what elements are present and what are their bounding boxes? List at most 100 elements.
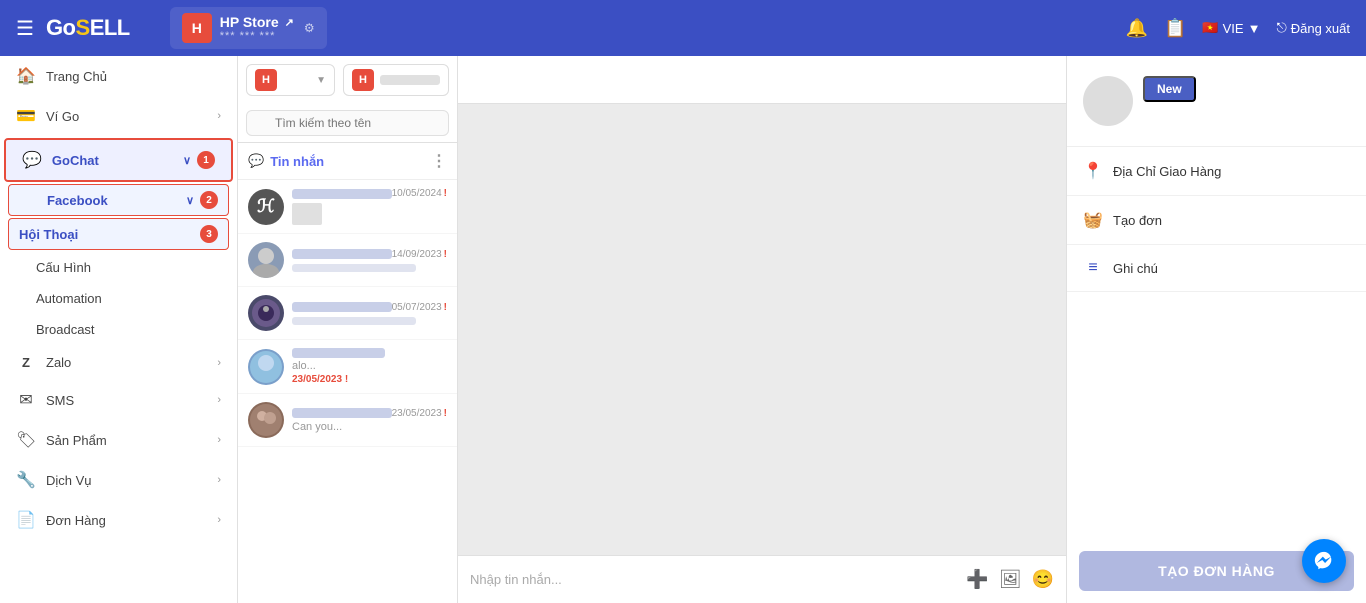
store-selector[interactable]: H HP Store ↗ *** *** *** ⚙	[170, 7, 327, 49]
sidebar-item-facebook[interactable]: Facebook ∨ 2	[8, 184, 229, 216]
avatar	[248, 402, 284, 438]
logout-label: Đăng xuất	[1291, 21, 1350, 36]
logo: GoSELL	[46, 15, 130, 41]
chat-item[interactable]: alo... 23/05/2023 !	[238, 340, 457, 394]
chat-info: 10/05/2024 !	[292, 188, 447, 225]
create-order-item[interactable]: 🧺 Tạo đơn	[1067, 196, 1366, 245]
facebook-badge: 2	[200, 191, 218, 209]
avatar	[248, 242, 284, 278]
chat-item[interactable]: ℋ 10/05/2024 !	[238, 180, 457, 234]
new-badge-button[interactable]: New	[1143, 76, 1196, 102]
logout-button[interactable]: ⎋ Đăng xuất	[1276, 20, 1350, 36]
attach-icon[interactable]: ➕	[966, 569, 988, 590]
zalo-icon: Z	[16, 355, 36, 370]
avatar	[248, 295, 284, 331]
chat-info: 05/07/2023 !	[292, 302, 447, 325]
chat-name-bar	[292, 408, 392, 418]
sidebar-item-san-pham[interactable]: 🏷 Sản Phẩm ›	[0, 420, 237, 460]
sidebar-item-gochat[interactable]: 💬 GoChat ∨ 1	[4, 138, 233, 182]
chat-list-header: 💬 Tin nhắn ⋮	[238, 143, 457, 180]
sidebar-label-don-hang: Đơn Hàng	[46, 513, 106, 528]
sidebar-label-sms: SMS	[46, 393, 74, 408]
channel-selector-icon: H	[352, 69, 374, 91]
sidebar-item-cau-hinh[interactable]: Cấu Hình	[0, 252, 237, 283]
store-dropdown[interactable]: H ▼	[246, 64, 335, 96]
search-box: 🔍	[238, 104, 457, 143]
chat-section-icon: 💬	[248, 153, 264, 169]
chat-time: 05/07/2023 !	[392, 302, 447, 313]
chat-item[interactable]: 14/09/2023 !	[238, 234, 457, 287]
gochat-arrow: ∨	[183, 154, 191, 167]
avatar: ℋ	[248, 189, 284, 225]
facebook-arrow: ∨	[186, 194, 194, 207]
order-icon: 📄	[16, 510, 36, 530]
chat-section-label: Tin nhắn	[270, 154, 324, 169]
top-navbar: ☰ GoSELL H HP Store ↗ *** *** *** ⚙ 🔔 📋 …	[0, 0, 1366, 56]
sidebar-item-automation[interactable]: Automation	[0, 283, 237, 314]
notification-icon[interactable]: 🔔	[1126, 18, 1148, 39]
sidebar-item-vi-go[interactable]: 💳 Ví Go ›	[0, 96, 237, 136]
note-label: Ghi chú	[1113, 261, 1158, 276]
note-icon: ≡	[1083, 259, 1103, 277]
chat-item[interactable]: 05/07/2023 !	[238, 287, 457, 340]
search-input[interactable]	[246, 110, 449, 136]
sidebar-label-san-pham: Sản Phẩm	[46, 433, 107, 448]
chat-preview: alo...	[292, 360, 447, 372]
right-profile: New	[1067, 56, 1366, 147]
search-wrapper: 🔍	[246, 110, 449, 136]
sidebar-item-zalo[interactable]: Z Zalo ›	[0, 345, 237, 380]
chat-panel: H ▼ H 🔍 💬 Tin nhắn ⋮ ℋ	[238, 56, 458, 603]
nav-right: 🔔 📋 🇻🇳 VIE ▼ ⎋ Đăng xuất	[1126, 18, 1350, 39]
chat-info: alo... 23/05/2023 !	[292, 348, 447, 385]
conversation-header	[458, 56, 1066, 104]
chat-name-bar	[292, 302, 392, 312]
logout-icon: ⎋	[1276, 20, 1286, 36]
chat-info: 14/09/2023 !	[292, 249, 447, 272]
messenger-fab[interactable]	[1302, 539, 1346, 583]
chat-date: 23/05/2023 !	[292, 374, 447, 385]
sidebar-item-sms[interactable]: ✉ SMS ›	[0, 380, 237, 420]
conversation-footer: Nhập tin nhắn... ➕ 🖼 😊	[458, 555, 1066, 603]
sidebar-item-broadcast[interactable]: Broadcast	[0, 314, 237, 345]
note-item[interactable]: ≡ Ghi chú	[1067, 245, 1366, 292]
sidebar-item-hoi-thoai[interactable]: Hội Thoại 3	[8, 218, 229, 250]
chat-item[interactable]: 23/05/2023 ! Can you...	[238, 394, 457, 447]
store-settings-icon[interactable]: ⚙	[304, 21, 315, 35]
sidebar-label-automation: Automation	[36, 291, 102, 306]
image-icon[interactable]: 🖼	[999, 569, 1022, 590]
chat-name-row	[292, 348, 447, 358]
service-icon: 🔧	[16, 470, 36, 490]
sms-arrow: ›	[217, 394, 221, 406]
chat-more-icon[interactable]: ⋮	[431, 151, 447, 171]
language-selector[interactable]: 🇻🇳 VIE ▼	[1202, 20, 1260, 36]
chat-preview-bar	[292, 317, 416, 325]
preview-text: alo...	[292, 360, 316, 372]
dich-vu-arrow: ›	[217, 474, 221, 486]
logo-text: GoSELL	[46, 15, 130, 41]
flag-emoji: 🇻🇳	[1202, 20, 1218, 36]
location-icon: 📍	[1083, 161, 1103, 181]
store-dropdown-icon: H	[255, 69, 277, 91]
create-order-label: Tạo đơn	[1113, 213, 1162, 228]
delivery-address-item[interactable]: 📍 Địa Chỉ Giao Hàng	[1067, 147, 1366, 196]
chat-name-bar	[292, 249, 392, 259]
sidebar: 🏠 Trang Chủ 💳 Ví Go › 💬 GoChat ∨ 1 Faceb…	[0, 56, 238, 603]
chat-preview-row	[292, 203, 447, 225]
conversation-body	[458, 104, 1066, 555]
chat-toolbar: H ▼ H	[238, 56, 457, 104]
channel-selector[interactable]: H	[343, 64, 449, 96]
sidebar-item-dich-vu[interactable]: 🔧 Dịch Vụ ›	[0, 460, 237, 500]
main-area: H ▼ H 🔍 💬 Tin nhắn ⋮ ℋ	[238, 56, 1366, 603]
sidebar-label-vi-go: Ví Go	[46, 109, 79, 124]
chat-info: 23/05/2023 ! Can you...	[292, 408, 447, 433]
gochat-badge: 1	[197, 151, 215, 169]
store-dropdown-arrow: ▼	[316, 75, 326, 86]
clipboard-icon[interactable]: 📋	[1164, 18, 1186, 39]
hamburger-icon[interactable]: ☰	[16, 16, 34, 41]
emoji-icon[interactable]: 😊	[1032, 569, 1054, 590]
chat-thumbnail	[292, 203, 322, 225]
sidebar-item-don-hang[interactable]: 📄 Đơn Hàng ›	[0, 500, 237, 540]
sidebar-item-trang-chu[interactable]: 🏠 Trang Chủ	[0, 56, 237, 96]
store-name: HP Store ↗	[220, 14, 294, 30]
sidebar-label-cau-hinh: Cấu Hình	[36, 260, 91, 275]
